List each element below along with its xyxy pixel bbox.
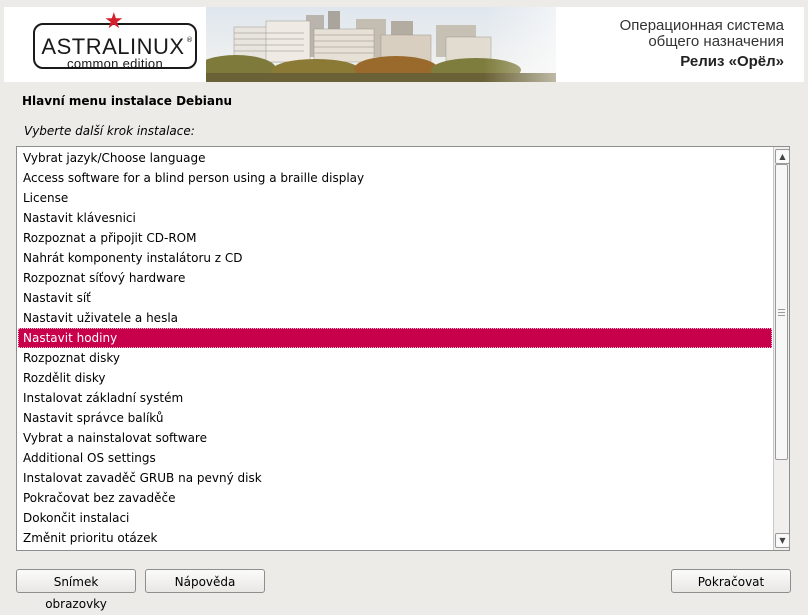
menu-items: Vybrat jazyk/Choose language Access softw…	[18, 148, 772, 548]
os-title-line2: общего назначения	[648, 33, 784, 50]
scrollbar-thumb[interactable]	[775, 164, 788, 460]
list-item[interactable]: Nastavit klávesnici	[18, 208, 772, 228]
page-title: Hlavní menu instalace Debianu	[22, 94, 233, 108]
continue-button[interactable]: Pokračovat	[671, 569, 791, 593]
chevron-up-icon[interactable]: ▲	[775, 149, 790, 164]
prompt-label: Vyberte další krok instalace:	[24, 124, 195, 138]
help-button[interactable]: Nápověda	[145, 569, 265, 593]
grip-line	[778, 312, 785, 313]
list-item[interactable]: License	[18, 188, 772, 208]
list-item[interactable]: Nastavit síť	[18, 288, 772, 308]
photo-fade	[484, 7, 614, 82]
list-item[interactable]: Pokračovat bez zavaděče	[18, 488, 772, 508]
os-title: Операционная система общего назначения	[620, 18, 784, 50]
list-item-selected[interactable]: Nastavit hodiny	[18, 328, 772, 348]
list-item[interactable]: Instalovat základní systém	[18, 388, 772, 408]
list-item[interactable]: Vybrat a nainstalovat software	[18, 428, 772, 448]
grip-line	[778, 309, 785, 310]
logo-subtitle: common edition	[67, 56, 163, 71]
list-item[interactable]: Rozpoznat a připojit CD-ROM	[18, 228, 772, 248]
header-banner: ASTRALINUX ® common edition ★ Операционн…	[4, 7, 804, 82]
list-item[interactable]: Access software for a blind person using…	[18, 168, 772, 188]
list-item[interactable]: Nahrát komponenty instalátoru z CD	[18, 248, 772, 268]
list-item[interactable]: Nastavit správce balíků	[18, 408, 772, 428]
grip-line	[778, 315, 785, 316]
registered-mark: ®	[186, 36, 193, 44]
chevron-down-icon[interactable]: ▼	[775, 533, 790, 548]
list-item[interactable]: Nastavit uživatele a hesla	[18, 308, 772, 328]
logo-area: ASTRALINUX ® common edition ★	[4, 7, 210, 82]
list-item[interactable]: Rozpoznat síťový hardware	[18, 268, 772, 288]
logo-text: ASTRALINUX	[41, 34, 185, 59]
list-item[interactable]: Vybrat jazyk/Choose language	[18, 148, 772, 168]
os-title-line1: Операционная система	[619, 17, 784, 34]
list-item[interactable]: Rozpoznat disky	[18, 348, 772, 368]
list-item[interactable]: Additional OS settings	[18, 448, 772, 468]
vertical-scrollbar[interactable]: ▲ ▼	[773, 147, 790, 550]
list-item[interactable]: Změnit prioritu otázek	[18, 528, 772, 548]
list-item[interactable]: Dokončit instalaci	[18, 508, 772, 528]
release-name: Релиз «Орёл»	[680, 53, 784, 70]
star-icon: ★	[104, 9, 124, 34]
list-item[interactable]: Rozdělit disky	[18, 368, 772, 388]
list-item[interactable]: Instalovat zavaděč GRUB na pevný disk	[18, 468, 772, 488]
screenshot-button[interactable]: Snímek obrazovky	[16, 569, 136, 611]
install-steps-list[interactable]: Vybrat jazyk/Choose language Access softw…	[16, 146, 790, 551]
